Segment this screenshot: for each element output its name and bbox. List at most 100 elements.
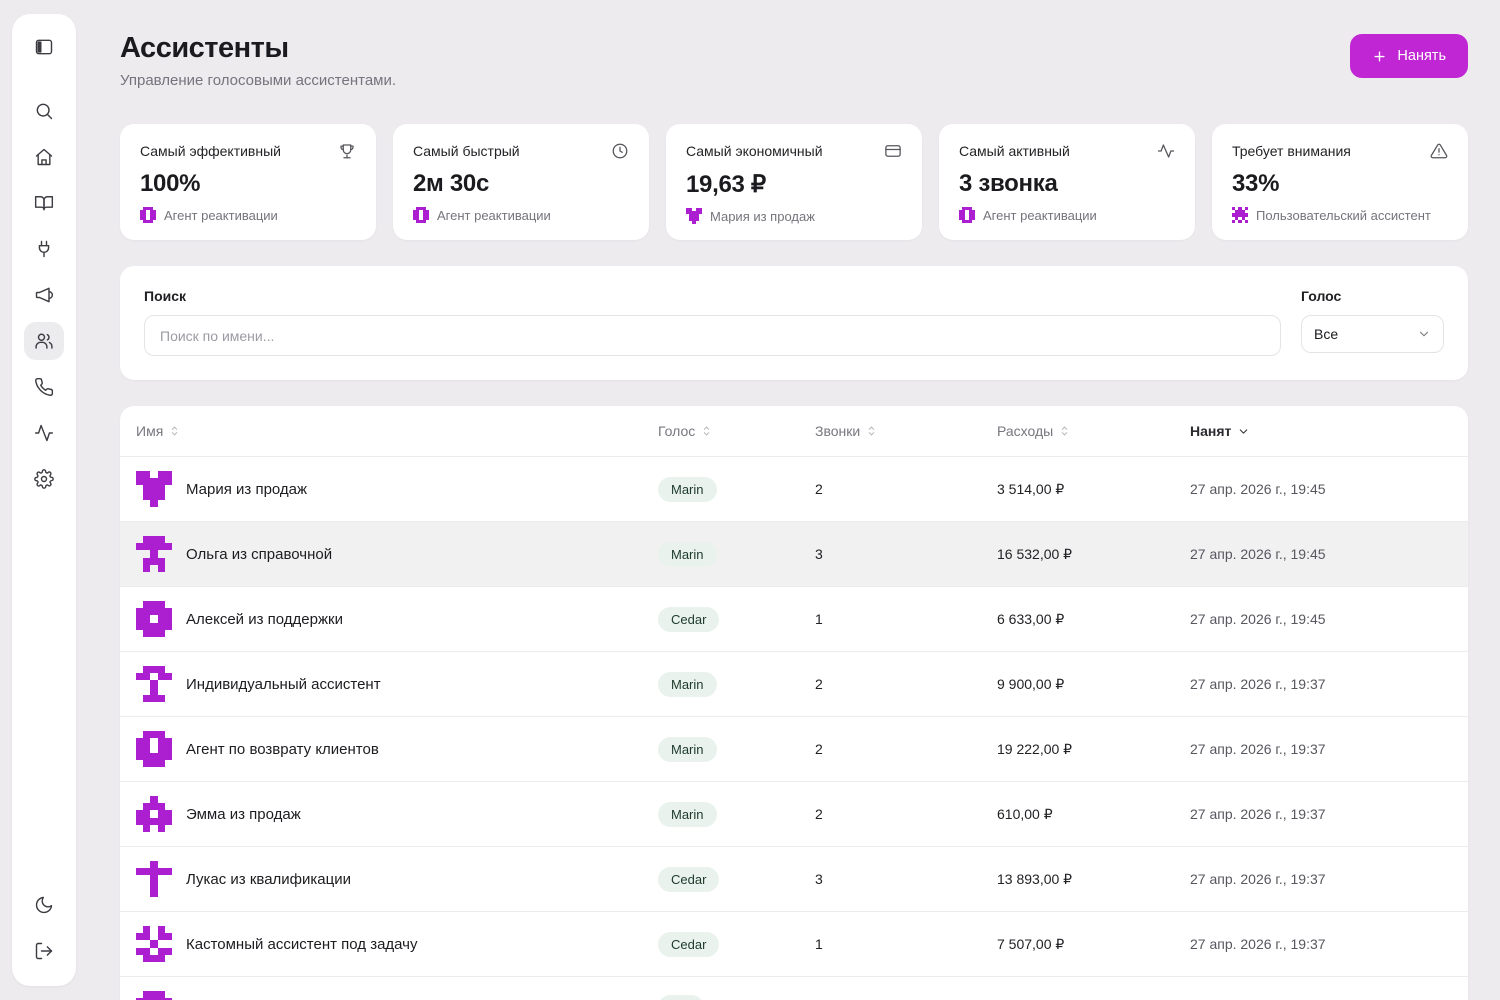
- search-icon: [34, 101, 54, 121]
- voice-badge: Marin: [658, 671, 717, 697]
- assistant-avatar: [136, 991, 172, 1000]
- table-row[interactable]: Кастомный ассистент под задачу Cedar 1 7 50…: [120, 911, 1468, 976]
- hired-cell: 27 апр. 2026 г., 19:37: [1190, 676, 1326, 692]
- phone-icon: [34, 377, 54, 397]
- settings-nav-button[interactable]: [24, 460, 64, 498]
- cost-cell: 610,00 ₽: [997, 805, 1053, 822]
- page-subtitle: Управление голосовыми ассистентами.: [120, 72, 397, 89]
- voice-cell: Marin: [658, 801, 815, 827]
- analytics-nav-button[interactable]: [24, 414, 64, 452]
- plus-icon: [1372, 49, 1387, 64]
- assistant-avatar: [413, 207, 429, 223]
- column-label: Звонки: [815, 423, 861, 439]
- trophy-icon: [338, 142, 356, 160]
- assistant-avatar: [136, 666, 172, 702]
- calls-cell: 1: [815, 611, 823, 627]
- assistant-name: Агент по возврату клиентов: [186, 740, 379, 758]
- main-content: Ассистенты Управление голосовыми ассисте…: [120, 0, 1468, 1000]
- column-header-hired[interactable]: Нанят: [1190, 423, 1468, 439]
- voice-cell: [658, 995, 815, 1000]
- column-label: Нанят: [1190, 423, 1232, 439]
- assistant-avatar: [959, 207, 975, 223]
- stat-card-most-active: Самый активный 3 звонка Агент реактиваци…: [939, 124, 1195, 240]
- assistant-name: Ольга из справочной: [186, 545, 333, 563]
- voice-cell: Marin: [658, 541, 815, 567]
- table-row[interactable]: Агент по возврату клиентов Marin 2 19 222,0…: [120, 716, 1468, 781]
- hired-cell: 27 апр. 2026 г., 19:45: [1190, 546, 1326, 562]
- assistant-avatar: [136, 731, 172, 767]
- voice-badge: Cedar: [658, 606, 720, 632]
- table-row[interactable]: Лукас из квалификации Cedar 3 13 893,00 ₽ 27…: [120, 846, 1468, 911]
- sort-icon: [866, 424, 877, 438]
- stat-card-fastest: Самый быстрый 2м 30с Агент реактивации: [393, 124, 649, 240]
- sort-icon: [1059, 424, 1070, 438]
- assistant-name: Индивидуальный ассистент: [186, 675, 381, 693]
- sort-icon: [169, 424, 180, 438]
- stat-card-effective: Самый эффективный 100% Агент реактивации: [120, 124, 376, 240]
- assistant-name-cell: Кастомный ассистент под задачу: [120, 926, 658, 962]
- panel-toggle-button[interactable]: [24, 28, 64, 66]
- voice-cell: Marin: [658, 476, 815, 502]
- home-nav-button[interactable]: [24, 138, 64, 176]
- integrations-nav-button[interactable]: [24, 230, 64, 268]
- assistant-name-cell: Алексей из поддержки: [120, 601, 658, 637]
- logout-button[interactable]: [24, 932, 64, 970]
- theme-toggle-button[interactable]: [24, 886, 64, 924]
- assistant-name-cell: Эмма из продаж: [120, 796, 658, 832]
- column-header-name[interactable]: Имя: [120, 423, 658, 439]
- credit-card-icon: [884, 142, 902, 160]
- voice-cell: Marin: [658, 671, 815, 697]
- column-header-calls[interactable]: Звонки: [815, 423, 997, 439]
- hired-cell: 27 апр. 2026 г., 19:37: [1190, 936, 1326, 952]
- table-row[interactable]: Алексей из поддержки Cedar 1 6 633,00 ₽ 27 а…: [120, 586, 1468, 651]
- stat-value: 19,63 ₽: [686, 171, 766, 198]
- assistant-avatar: [136, 536, 172, 572]
- chevron-down-icon: [1237, 425, 1250, 438]
- cost-cell: 3 514,00 ₽: [997, 480, 1065, 497]
- voice-cell: Marin: [658, 736, 815, 762]
- column-header-voice[interactable]: Голос: [658, 423, 815, 439]
- voice-cell: Cedar: [658, 931, 815, 957]
- assistant-name-cell: [120, 991, 658, 1000]
- table-row[interactable]: Мария из продаж Marin 2 3 514,00 ₽ 27 апр. 2…: [120, 456, 1468, 521]
- stat-card-cheapest: Самый экономичный 19,63 ₽ Мария из прода…: [666, 124, 922, 240]
- stat-title: Самый быстрый: [413, 143, 520, 159]
- page-title: Ассистенты: [120, 32, 289, 64]
- hire-button[interactable]: Нанять: [1350, 34, 1468, 78]
- assistant-avatar: [136, 861, 172, 897]
- assistants-nav-button[interactable]: [24, 322, 64, 360]
- assistant-avatar: [1232, 207, 1248, 223]
- voice-filter-select[interactable]: Все: [1301, 315, 1444, 353]
- stat-title: Самый активный: [959, 143, 1070, 159]
- stat-card-needs-attention: Требует внимания 33% Пользовательский ас…: [1212, 124, 1468, 240]
- campaigns-nav-button[interactable]: [24, 276, 64, 314]
- stat-assistant: Пользовательский ассистент: [1256, 207, 1431, 223]
- stat-value: 3 звонка: [959, 170, 1058, 197]
- voice-cell: Cedar: [658, 606, 815, 632]
- table-row[interactable]: [120, 976, 1468, 1000]
- calls-nav-button[interactable]: [24, 368, 64, 406]
- search-label: Поиск: [144, 288, 187, 304]
- assistant-name-cell: Ольга из справочной: [120, 536, 658, 572]
- cost-cell: 19 222,00 ₽: [997, 740, 1073, 757]
- calls-cell: 2: [815, 481, 823, 497]
- knowledge-nav-button[interactable]: [24, 184, 64, 222]
- gear-icon: [34, 469, 54, 489]
- assistant-name: Эмма из продаж: [186, 805, 301, 823]
- assistant-avatar: [136, 926, 172, 962]
- calls-cell: 2: [815, 676, 823, 692]
- table-row[interactable]: Ольга из справочной Marin 3 16 532,00 ₽ 27 а…: [120, 521, 1468, 586]
- panel-left-icon: [34, 37, 54, 57]
- users-icon: [34, 331, 54, 351]
- column-header-costs[interactable]: Расходы: [997, 423, 1190, 439]
- search-input[interactable]: [144, 315, 1281, 356]
- stat-cards: Самый эффективный 100% Агент реактивации…: [120, 124, 1468, 240]
- assistant-name: Кастомный ассистент под задачу: [186, 935, 418, 953]
- cost-cell: 6 633,00 ₽: [997, 610, 1065, 627]
- voice-badge: Marin: [658, 541, 717, 567]
- voice-badge: [658, 995, 704, 1000]
- hired-cell: 27 апр. 2026 г., 19:45: [1190, 611, 1326, 627]
- search-nav-button[interactable]: [24, 92, 64, 130]
- table-row[interactable]: Индивидуальный ассистент Marin 2 9 900,00 ₽…: [120, 651, 1468, 716]
- table-row[interactable]: Эмма из продаж Marin 2 610,00 ₽ 27 апр. 2026…: [120, 781, 1468, 846]
